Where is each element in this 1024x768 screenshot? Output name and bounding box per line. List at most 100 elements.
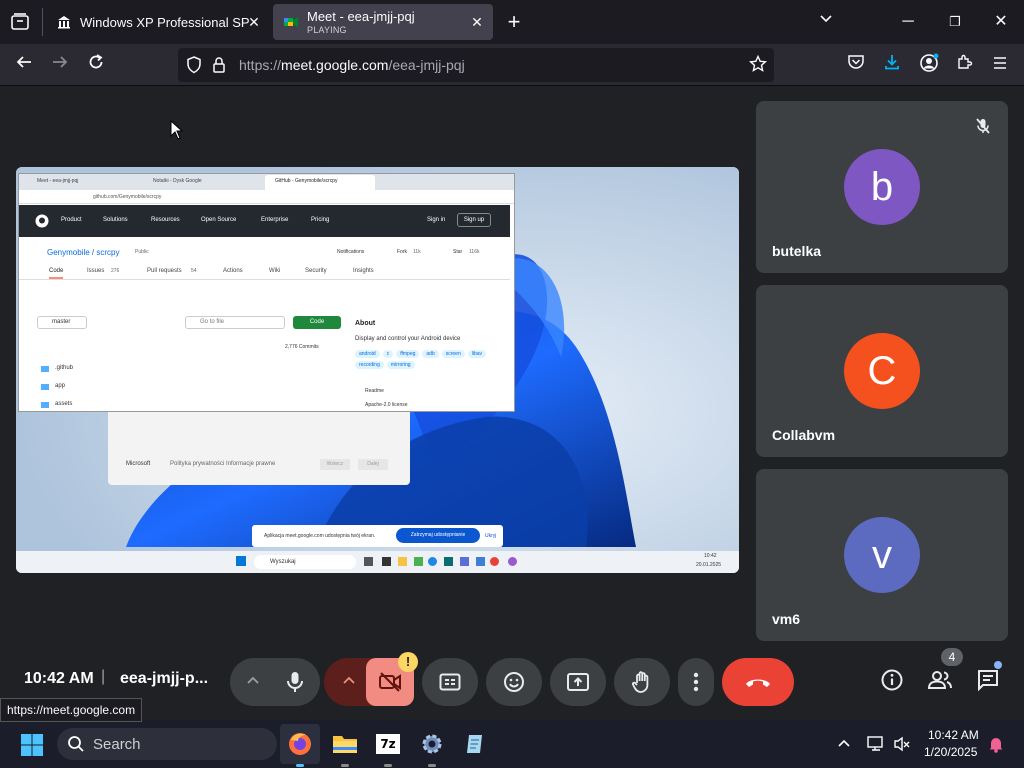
minimize-icon[interactable]: ─: [896, 10, 920, 34]
meeting-code: eea-jmjj-p...: [120, 670, 209, 687]
downloads-icon[interactable]: [880, 53, 904, 77]
topic-tag: screen: [441, 350, 465, 358]
repo-tabs: Code Issues 276 Pull requests 54 Actions…: [19, 264, 510, 280]
close-tab-icon[interactable]: ✕: [246, 14, 262, 30]
topic-tag: recording: [355, 361, 384, 369]
search-icon: [67, 735, 85, 758]
topic-list: android c ffmpeg adb screen libav record…: [355, 350, 495, 369]
license-link: Apache-2.0 license: [365, 402, 408, 408]
taskbar-settings[interactable]: [412, 724, 452, 764]
tracking-protection-icon[interactable]: [186, 56, 202, 79]
taskbar-firefox[interactable]: [280, 724, 320, 764]
museum-icon: [56, 14, 72, 30]
inner-app-icon: [444, 557, 453, 566]
about-title: About: [355, 320, 376, 327]
inner-tab: GitHub - Genymobile/scrcpy: [275, 178, 338, 184]
github-sign-in: Sign in: [427, 217, 446, 223]
video-options-chevron-icon[interactable]: [340, 672, 358, 695]
github-sign-up: Sign up: [457, 213, 491, 227]
audio-options-chevron-icon[interactable]: [244, 672, 262, 695]
7zip-icon: 7z: [376, 734, 400, 754]
branch-selector: master: [37, 316, 87, 329]
taskbar-clock-time[interactable]: 10:42 AM: [928, 728, 979, 742]
repo-fork: Fork: [397, 249, 407, 255]
raise-hand-icon: [632, 671, 649, 693]
tab-divider: [42, 8, 43, 36]
meeting-info-icon[interactable]: [880, 668, 904, 697]
inner-app-icon: [490, 557, 499, 566]
bookmark-star-icon[interactable]: [748, 54, 768, 78]
volume-muted-icon[interactable]: [892, 734, 912, 759]
people-count-badge: 4: [941, 648, 963, 666]
settings-gear-icon: [422, 734, 442, 754]
extensions-icon[interactable]: [953, 53, 977, 77]
people-icon[interactable]: [926, 668, 954, 697]
running-indicator: [341, 764, 349, 767]
pocket-icon[interactable]: [844, 53, 868, 77]
avatar: b: [844, 149, 920, 225]
github-header: Product Solutions Resources Open Source …: [19, 205, 510, 237]
running-indicator: [384, 764, 392, 767]
repo-tab: Pull requests: [147, 268, 182, 274]
taskbar-clock-date[interactable]: 1/20/2025: [924, 745, 977, 759]
end-call-icon: [746, 679, 770, 687]
participant-tile[interactable]: v vm6: [756, 469, 1008, 641]
meet-icon: [283, 14, 299, 30]
inner-app-icon: [476, 557, 485, 566]
back-icon[interactable]: [12, 53, 36, 77]
repo-star-count: 116k: [469, 249, 480, 255]
reactions-button[interactable]: [486, 658, 542, 706]
inner-tab: Meet - eea-jmjj-pqj: [37, 178, 79, 184]
chat-icon[interactable]: [976, 668, 1000, 697]
dialog-button: Dalej: [358, 459, 388, 470]
new-tab-icon[interactable]: +: [502, 10, 526, 34]
list-tabs-icon[interactable]: [814, 10, 838, 34]
taskbar-notepad[interactable]: [456, 724, 496, 764]
taskbar-7zip[interactable]: 7z: [368, 724, 408, 764]
meet-stage: Microsoft Polityka prywatności Informacj…: [0, 86, 1024, 706]
taskbar-file-explorer[interactable]: [325, 724, 365, 764]
restore-icon[interactable]: ❐: [943, 10, 967, 34]
emoji-icon: [504, 672, 524, 692]
github-logo-icon: [35, 214, 49, 228]
tab-overview-icon[interactable]: [8, 10, 32, 34]
lock-icon[interactable]: [212, 56, 226, 79]
address-bar[interactable]: https://meet.google.com/eea-jmjj-pqj: [178, 48, 774, 82]
repo-tab: Insights: [353, 268, 374, 274]
repo-tab: Security: [305, 268, 327, 274]
dialog-brand: Microsoft: [126, 461, 151, 467]
participant-tile[interactable]: b butelka: [756, 101, 1008, 273]
microphone-icon[interactable]: [284, 670, 306, 699]
inner-clock-time: 10:42: [704, 553, 717, 559]
folder-icon: [41, 402, 49, 408]
running-indicator: [428, 764, 436, 767]
search-placeholder: Search: [93, 736, 141, 753]
menu-icon[interactable]: [988, 53, 1012, 77]
firefox-icon: [289, 733, 311, 755]
tab-windows-xp[interactable]: Windows XP Professional SP3 x86 ✕: [46, 4, 270, 40]
start-icon[interactable]: [20, 733, 44, 762]
tray-overflow-chevron-icon[interactable]: [836, 736, 852, 757]
captions-button[interactable]: [422, 658, 478, 706]
raise-hand-button[interactable]: [614, 658, 670, 706]
folder-icon: [41, 366, 49, 372]
forward-icon[interactable]: [48, 53, 72, 77]
taskbar-search-box[interactable]: Search: [57, 728, 277, 760]
network-icon[interactable]: [866, 734, 886, 759]
reload-icon[interactable]: [84, 53, 108, 77]
inner-app-icon: [364, 557, 373, 566]
browser-tab-bar: Windows XP Professional SP3 x86 ✕ Meet -…: [0, 0, 1024, 44]
shared-screen[interactable]: Microsoft Polityka prywatności Informacj…: [16, 167, 739, 573]
more-options-button[interactable]: [678, 658, 714, 706]
account-icon[interactable]: [917, 53, 941, 77]
leave-call-button[interactable]: [722, 658, 794, 706]
participant-tile[interactable]: C Collabvm: [756, 285, 1008, 457]
repo-tab: Issues: [87, 268, 105, 274]
present-screen-button[interactable]: [550, 658, 606, 706]
close-window-icon[interactable]: ✕: [989, 10, 1013, 34]
notification-bell-icon[interactable]: [986, 734, 1006, 759]
close-tab-icon[interactable]: ✕: [469, 14, 485, 30]
more-vertical-icon: [693, 672, 699, 692]
avatar: C: [844, 333, 920, 409]
tab-meet[interactable]: Meet - eea-jmjj-pqj PLAYING ✕: [273, 4, 493, 40]
